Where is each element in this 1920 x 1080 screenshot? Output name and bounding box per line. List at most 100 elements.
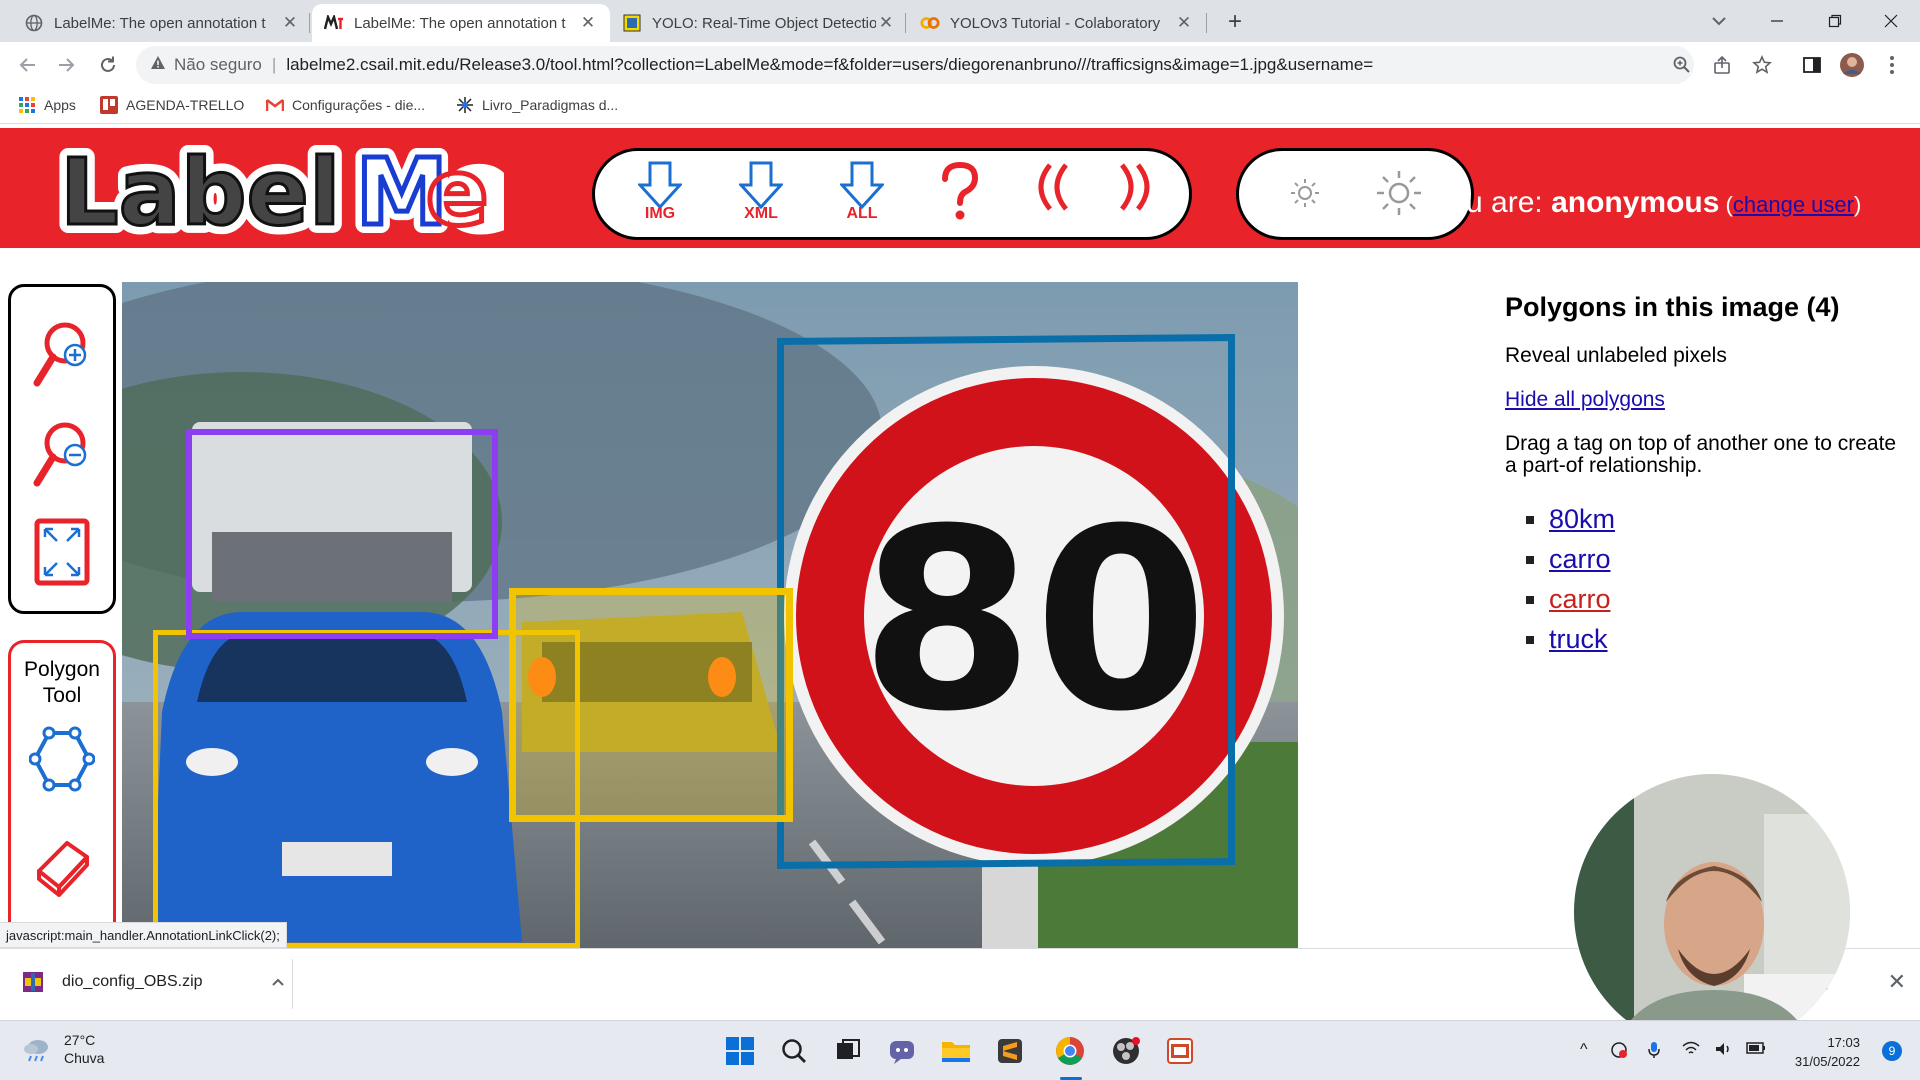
previous-image-button[interactable] <box>1015 161 1085 233</box>
chevron-up-icon[interactable] <box>271 975 285 989</box>
new-tab-icon[interactable]: + <box>1220 8 1250 38</box>
tab-close-icon[interactable]: ✕ <box>280 13 300 33</box>
bookmark-label: Livro_Paradigmas d... <box>482 97 619 113</box>
actions-toolbar: IMG XML ALL <box>592 148 1192 240</box>
weather-widget[interactable]: 27°C Chuva <box>22 1031 104 1067</box>
download-all-button[interactable]: ALL <box>827 161 897 233</box>
download-arrow-icon <box>739 161 783 209</box>
tab-search-icon[interactable] <box>1706 8 1732 34</box>
previous-icon <box>1038 163 1068 211</box>
download-xml-button[interactable]: XML <box>726 161 796 233</box>
windows-taskbar: 27°C Chuva ^ 17:03 31/05/2022 9 <box>0 1020 1920 1080</box>
weather-condition: Chuva <box>64 1050 105 1066</box>
polygon-80km[interactable] <box>777 334 1235 869</box>
bookmarks-bar: Apps AGENDA-TRELLO Configurações - die..… <box>0 88 1920 124</box>
help-button[interactable] <box>925 161 995 233</box>
microphone-icon[interactable] <box>1646 1041 1662 1064</box>
question-mark-icon <box>942 161 979 220</box>
bookmark-livro[interactable]: Livro_Paradigmas d... <box>456 96 618 114</box>
tab-labelme-2[interactable]: LabelMe: The open annotation t ✕ <box>312 4 610 42</box>
address-bar[interactable]: Não seguro | labelme2.csail.mit.edu/Rele… <box>136 46 1694 84</box>
search-icon[interactable] <box>774 1031 814 1071</box>
zoom-in-button[interactable] <box>29 315 95 395</box>
chevron-up-icon[interactable]: ^ <box>1580 1041 1588 1059</box>
pjreddie-favicon <box>622 13 642 33</box>
download-filename: dio_config_OBS.zip <box>62 973 203 990</box>
hide-all-polygons-link[interactable]: Hide all polygons <box>1505 388 1665 411</box>
eraser-tool-button[interactable] <box>29 825 95 905</box>
polygon-link-truck[interactable]: truck <box>1549 624 1608 654</box>
restore-button[interactable] <box>1806 0 1864 42</box>
obs-studio-icon[interactable] <box>1106 1031 1146 1071</box>
zoom-icon[interactable] <box>1668 51 1696 79</box>
download-img-button[interactable]: IMG <box>625 161 695 233</box>
fit-image-button[interactable] <box>29 513 95 593</box>
brightness-up-button[interactable] <box>1373 167 1425 224</box>
polygon-carro-2[interactable] <box>509 588 793 822</box>
labelme-logo[interactable]: Label Label Me M e <box>44 130 519 255</box>
close-window-button[interactable] <box>1862 0 1920 42</box>
chrome-icon[interactable] <box>1050 1031 1090 1071</box>
tab-close-icon[interactable]: ✕ <box>876 13 896 33</box>
warning-icon[interactable] <box>150 55 166 76</box>
svg-text:e: e <box>426 142 488 242</box>
change-user-link[interactable]: change user <box>1733 192 1854 217</box>
annotation-canvas[interactable]: 80 <box>122 282 1298 948</box>
tab-title: YOLOv3 Tutorial - Colaboratory <box>950 14 1161 32</box>
profile-avatar[interactable] <box>1838 51 1866 79</box>
trello-icon <box>100 96 118 114</box>
security-status-icon[interactable] <box>1610 1041 1628 1064</box>
polygon-tools-panel: Polygon Tool <box>8 640 116 930</box>
battery-icon[interactable] <box>1746 1041 1766 1060</box>
polygon-link-carro-1[interactable]: carro <box>1549 544 1611 574</box>
bookmark-trello[interactable]: AGENDA-TRELLO <box>100 96 244 114</box>
list-item: carro <box>1549 579 1905 619</box>
volume-icon[interactable] <box>1714 1041 1732 1062</box>
reload-icon[interactable] <box>92 49 124 81</box>
wifi-icon[interactable] <box>1682 1041 1700 1062</box>
download-arrow-icon <box>840 161 884 209</box>
next-image-button[interactable] <box>1103 161 1173 233</box>
user-info: u are: anonymous (change user) <box>1466 186 1861 220</box>
brightness-down-button[interactable] <box>1285 173 1325 218</box>
tab-colab[interactable]: YOLOv3 Tutorial - Colaboratory ✕ <box>908 4 1206 42</box>
clock-time: 17:03 <box>1827 1035 1860 1050</box>
bookmark-gmail[interactable]: Configurações - die... <box>266 96 425 114</box>
chrome-menu-icon[interactable] <box>1878 51 1906 79</box>
tab-labelme-1[interactable]: LabelMe: The open annotation t ✕ <box>12 4 312 42</box>
temperature: 27°C <box>64 1032 96 1048</box>
notification-badge[interactable]: 9 <box>1882 1041 1902 1061</box>
polygon-link-80km[interactable]: 80km <box>1549 504 1615 534</box>
bookmark-apps[interactable]: Apps <box>18 96 76 114</box>
zoom-out-button[interactable] <box>29 415 95 495</box>
bookmark-star-icon[interactable] <box>1748 51 1776 79</box>
minimize-button[interactable] <box>1748 0 1806 42</box>
tab-yolo[interactable]: YOLO: Real-Time Object Detectio ✕ <box>610 4 908 42</box>
powerpoint-icon[interactable] <box>1160 1031 1200 1071</box>
url-text[interactable]: labelme2.csail.mit.edu/Release3.0/tool.h… <box>286 55 1373 75</box>
share-icon[interactable] <box>1708 51 1736 79</box>
tab-close-icon[interactable]: ✕ <box>578 13 598 33</box>
download-item[interactable]: dio_config_OBS.zip <box>22 971 285 993</box>
bookmark-label: Configurações - die... <box>292 97 426 113</box>
rain-cloud-icon <box>24 1040 48 1062</box>
polygon-tool-title: Polygon Tool <box>24 658 100 707</box>
task-view-icon[interactable] <box>828 1031 868 1071</box>
close-shelf-icon[interactable]: ✕ <box>1888 969 1906 995</box>
side-panel-icon[interactable] <box>1798 51 1826 79</box>
polygon-truck[interactable] <box>186 429 498 639</box>
sublime-text-icon[interactable] <box>990 1031 1030 1071</box>
file-explorer-icon[interactable] <box>936 1031 976 1071</box>
download-arrow-icon <box>638 161 682 209</box>
polygon-link-carro-2[interactable]: carro <box>1549 584 1611 614</box>
system-clock[interactable]: 17:03 31/05/2022 <box>1795 1033 1860 1071</box>
polygon-tool-button[interactable] <box>28 719 96 799</box>
tab-separator <box>905 13 906 33</box>
forward-icon[interactable] <box>50 49 82 81</box>
windows-start-icon[interactable] <box>720 1031 760 1071</box>
zoom-in-icon <box>33 322 87 387</box>
back-icon[interactable] <box>12 49 44 81</box>
reveal-unlabeled-text[interactable]: Reveal unlabeled pixels <box>1505 345 1905 367</box>
tab-close-icon[interactable]: ✕ <box>1174 13 1194 33</box>
teams-chat-icon[interactable] <box>882 1031 922 1071</box>
